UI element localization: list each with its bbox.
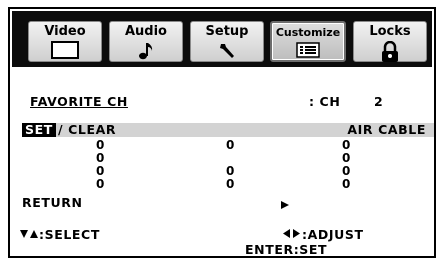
wrench-icon [220,44,234,58]
ch-label: : CH [309,94,341,109]
fav-slot-2-3[interactable]: 0 [226,178,234,191]
adjust-hint: :ADJUST [302,227,364,242]
select-hint: :SELECT [39,227,100,242]
arrow-right-icon [281,201,289,209]
tab-setup[interactable]: Setup [190,21,264,62]
tab-locks[interactable]: Locks [353,21,427,62]
list-icon [296,42,320,58]
monitor-icon [51,41,79,59]
tab-customize[interactable]: Customize [270,21,346,62]
tab-locks-label: Locks [369,24,411,39]
tab-audio-label: Audio [124,24,167,39]
tab-audio[interactable]: Audio [109,21,183,62]
tab-video[interactable]: Video [28,21,102,62]
padlock-icon [382,41,398,62]
ch-value[interactable]: 2 [374,94,383,109]
air-cable-label: AIR CABLE [347,122,426,137]
clear-option[interactable]: / CLEAR [58,123,116,137]
menu-tab-bar: Video Audio Setup Customize Locks [12,11,432,67]
fav-slot-1-4[interactable]: 0 [96,178,104,191]
arrow-left-right-icon [283,229,300,238]
set-option[interactable]: SET [22,123,56,137]
return-button[interactable]: RETURN [22,195,83,210]
arrow-down-up-icon [20,230,38,238]
tab-video-label: Video [44,24,86,39]
favorite-ch-title: FAVORITE CH [30,94,128,109]
music-note-icon [139,43,153,60]
tab-customize-label: Customize [275,26,341,39]
fav-slot-2-1[interactable]: 0 [226,139,234,152]
fav-slot-3-4[interactable]: 0 [342,178,350,191]
tab-setup-label: Setup [205,24,249,39]
set-clear-bar[interactable]: SET / CLEAR AIR CABLE [22,123,434,137]
enter-set-hint: ENTER:SET [245,242,328,257]
